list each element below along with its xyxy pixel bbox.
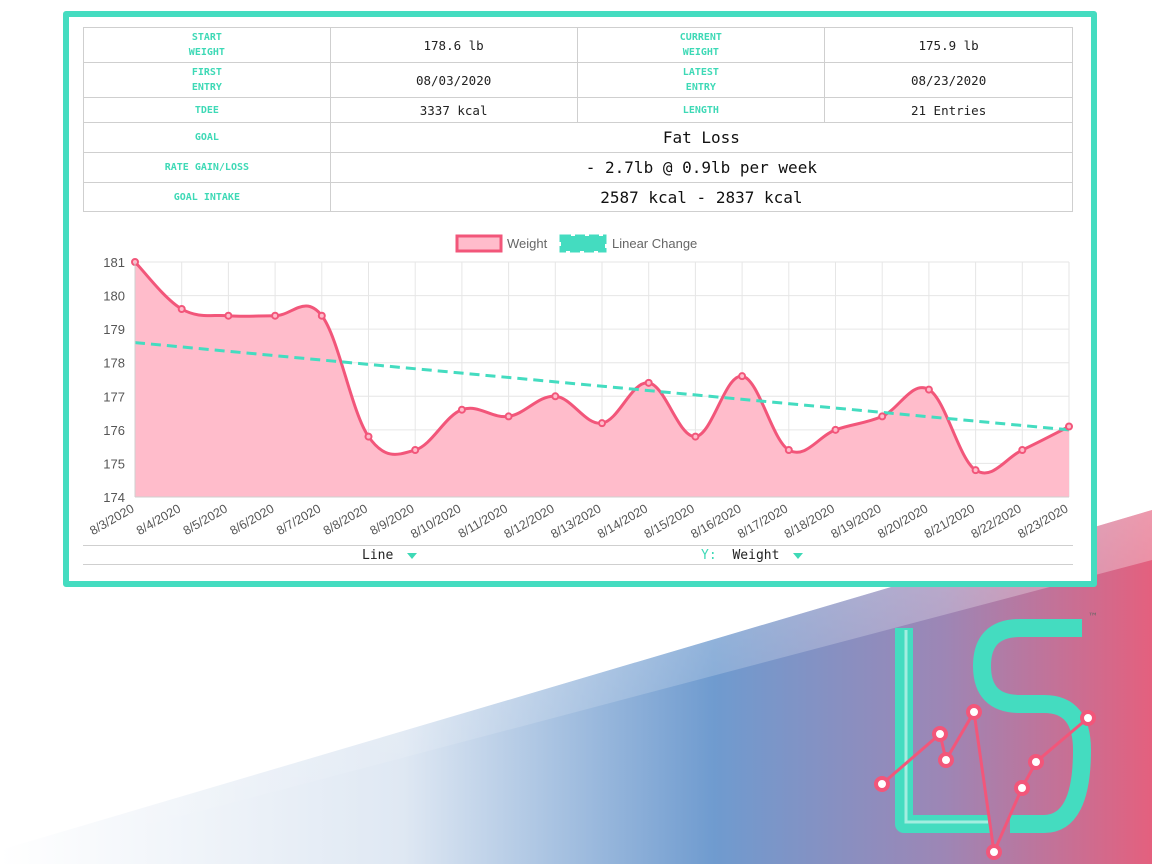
y-axis-value: Weight xyxy=(732,548,780,563)
x-tick-label: 8/13/2020 xyxy=(548,501,603,541)
y-tick-label: 174 xyxy=(103,490,125,505)
legend-label-weight: Weight xyxy=(507,236,548,251)
weight-point xyxy=(1018,446,1027,454)
weight-point xyxy=(831,425,840,434)
y-axis-select[interactable]: Y: Weight xyxy=(701,548,804,563)
x-tick-label: 8/3/2020 xyxy=(87,501,136,537)
weight-point xyxy=(878,412,887,421)
weight-point xyxy=(411,446,420,454)
y-tick-label: 176 xyxy=(103,423,125,438)
x-tick-label: 8/11/2020 xyxy=(456,501,510,540)
weight-point xyxy=(971,466,980,475)
weight-point xyxy=(924,385,933,394)
x-tick-label: 8/4/2020 xyxy=(134,501,183,537)
legend-swatch-linear-change xyxy=(559,234,607,253)
x-tick-label: 8/6/2020 xyxy=(227,501,276,537)
weight-point xyxy=(177,305,186,313)
weight-chart: 174 175 176 177 178 179 180 181 8/3/20208/4/2020… xyxy=(87,234,1073,541)
y-tick-label: 179 xyxy=(103,322,125,337)
chart-type-value: Line xyxy=(362,548,394,563)
chevron-down-icon xyxy=(407,552,418,559)
x-tick-label: 8/15/2020 xyxy=(642,501,697,541)
weight-point xyxy=(644,378,653,387)
weight-point xyxy=(784,446,793,454)
y-tick-label: 178 xyxy=(103,356,125,371)
x-tick-label: 8/5/2020 xyxy=(181,501,230,537)
weight-point xyxy=(691,432,700,441)
weight-point xyxy=(1065,422,1073,431)
weight-point xyxy=(551,392,560,401)
x-tick-label: 8/22/2020 xyxy=(969,501,1024,541)
divider xyxy=(83,545,1073,546)
y-tick-label: 180 xyxy=(103,289,125,304)
y-axis-prefix: Y: xyxy=(701,548,717,563)
weight-point xyxy=(271,311,280,320)
weight-point xyxy=(504,412,513,421)
weight-point xyxy=(224,311,233,320)
x-tick-label: 8/7/2020 xyxy=(274,501,323,537)
x-tick-label: 8/16/2020 xyxy=(688,501,743,541)
trademark-mark: ™ xyxy=(1088,612,1098,623)
legend-swatch-weight xyxy=(455,234,503,253)
x-tick-label: 8/20/2020 xyxy=(875,501,930,541)
x-tick-label: 8/19/2020 xyxy=(829,501,884,541)
legend-label-linear-change: Linear Change xyxy=(612,236,697,251)
x-tick-label: 8/8/2020 xyxy=(321,501,370,537)
weight-point xyxy=(598,419,606,428)
x-tick-label: 8/14/2020 xyxy=(595,501,650,541)
x-tick-label: 8/21/2020 xyxy=(922,501,977,541)
y-tick-label: 175 xyxy=(103,456,125,471)
x-tick-label: 8/12/2020 xyxy=(502,501,557,541)
x-tick-label: 8/10/2020 xyxy=(408,501,463,541)
weight-point xyxy=(738,372,747,381)
chevron-down-icon xyxy=(793,552,804,559)
x-tick-label: 8/17/2020 xyxy=(735,501,790,541)
x-tick-label: 8/23/2020 xyxy=(1015,501,1070,541)
stats-card: START WEIGHT 178.6 lb CURRENT WEIGHT 175.9… xyxy=(63,11,1097,587)
y-tick-label: 181 xyxy=(103,255,125,270)
ls-logo: ™ xyxy=(874,612,1098,860)
weight-point xyxy=(457,405,466,414)
x-tick-label: 8/18/2020 xyxy=(782,501,837,541)
divider xyxy=(83,564,1073,565)
chart-type-select[interactable]: Line xyxy=(362,548,418,563)
weight-point xyxy=(317,311,326,320)
y-tick-label: 177 xyxy=(103,389,125,404)
weight-point xyxy=(364,432,373,441)
